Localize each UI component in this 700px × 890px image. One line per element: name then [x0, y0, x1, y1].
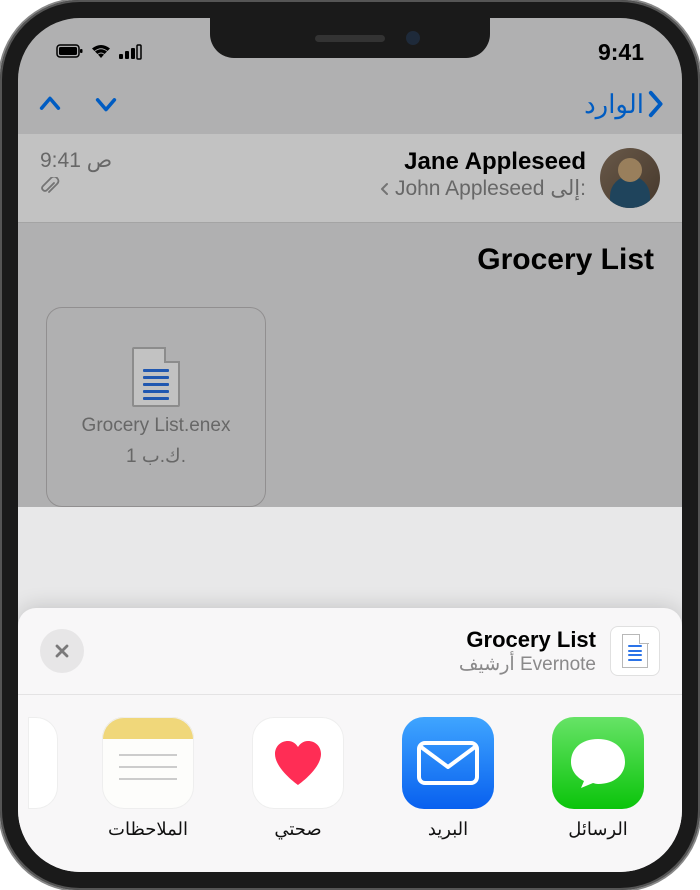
attachment-name: Grocery List.enex: [82, 415, 231, 437]
notch: [210, 18, 490, 58]
close-icon: [53, 642, 71, 660]
device-frame: 9:41 الوارد Jane Appleseed إلى:: [0, 0, 700, 890]
share-header: Grocery List أرشيف Evernote: [18, 608, 682, 695]
email-meta: 9:41 ص: [40, 148, 112, 197]
status-left: [56, 44, 142, 60]
share-app-mail[interactable]: البريد: [388, 717, 508, 840]
chevron-right-icon: [646, 90, 664, 118]
messages-icon: [552, 717, 644, 809]
nav-bar: الوارد: [18, 74, 682, 134]
email-time: 9:41 ص: [40, 148, 112, 173]
close-button[interactable]: [40, 629, 84, 673]
background-content: 9:41 الوارد Jane Appleseed إلى:: [18, 18, 682, 507]
back-label: الوارد: [584, 89, 644, 120]
email-header: Jane Appleseed إلى: John Appleseed 9:41 …: [18, 134, 682, 223]
back-button[interactable]: الوارد: [584, 89, 664, 120]
app-label: البريد: [428, 819, 468, 840]
partial-app-icon: [28, 717, 58, 809]
share-app-partial[interactable]: [28, 717, 58, 840]
status-time: 9:41: [598, 39, 644, 66]
avatar[interactable]: [600, 148, 660, 208]
share-app-messages[interactable]: الرسائل: [538, 717, 658, 840]
cellular-icon: [118, 44, 142, 60]
sender-name: Jane Appleseed: [126, 148, 586, 176]
app-label: الملاحظات: [108, 819, 188, 840]
attachment-size: 1 ك.ب.: [126, 445, 186, 468]
health-icon: [252, 717, 344, 809]
battery-icon: [56, 44, 84, 60]
share-app-health[interactable]: صحتي: [238, 717, 358, 840]
recipient-name: John Appleseed: [395, 177, 544, 201]
share-file-icon: [610, 626, 660, 676]
arrow-down-icon[interactable]: [92, 90, 120, 118]
app-label: صحتي: [274, 819, 321, 840]
front-camera: [406, 31, 420, 45]
file-icon: [132, 347, 180, 407]
app-label: الرسائل: [568, 819, 628, 840]
speaker: [315, 35, 385, 42]
share-sheet: Grocery List أرشيف Evernote الرسائل: [18, 608, 682, 872]
arrow-up-icon[interactable]: [36, 90, 64, 118]
share-title: Grocery List: [98, 627, 596, 653]
subject: Grocery List: [18, 223, 682, 297]
share-apps-row[interactable]: الرسائل البريد صحتي الملاحظات: [18, 695, 682, 852]
chevron-left-icon: [379, 182, 389, 196]
notes-icon: [102, 717, 194, 809]
share-subtitle: أرشيف Evernote: [98, 653, 596, 676]
mail-icon: [402, 717, 494, 809]
to-label: إلى:: [550, 176, 586, 201]
message-nav-arrows: [36, 90, 120, 118]
screen: 9:41 الوارد Jane Appleseed إلى:: [18, 18, 682, 872]
recipient-line[interactable]: إلى: John Appleseed: [126, 176, 586, 201]
attachment-tile[interactable]: Grocery List.enex 1 ك.ب.: [46, 307, 266, 507]
attachment-icon: [40, 177, 60, 197]
wifi-icon: [90, 44, 112, 60]
share-app-notes[interactable]: الملاحظات: [88, 717, 208, 840]
